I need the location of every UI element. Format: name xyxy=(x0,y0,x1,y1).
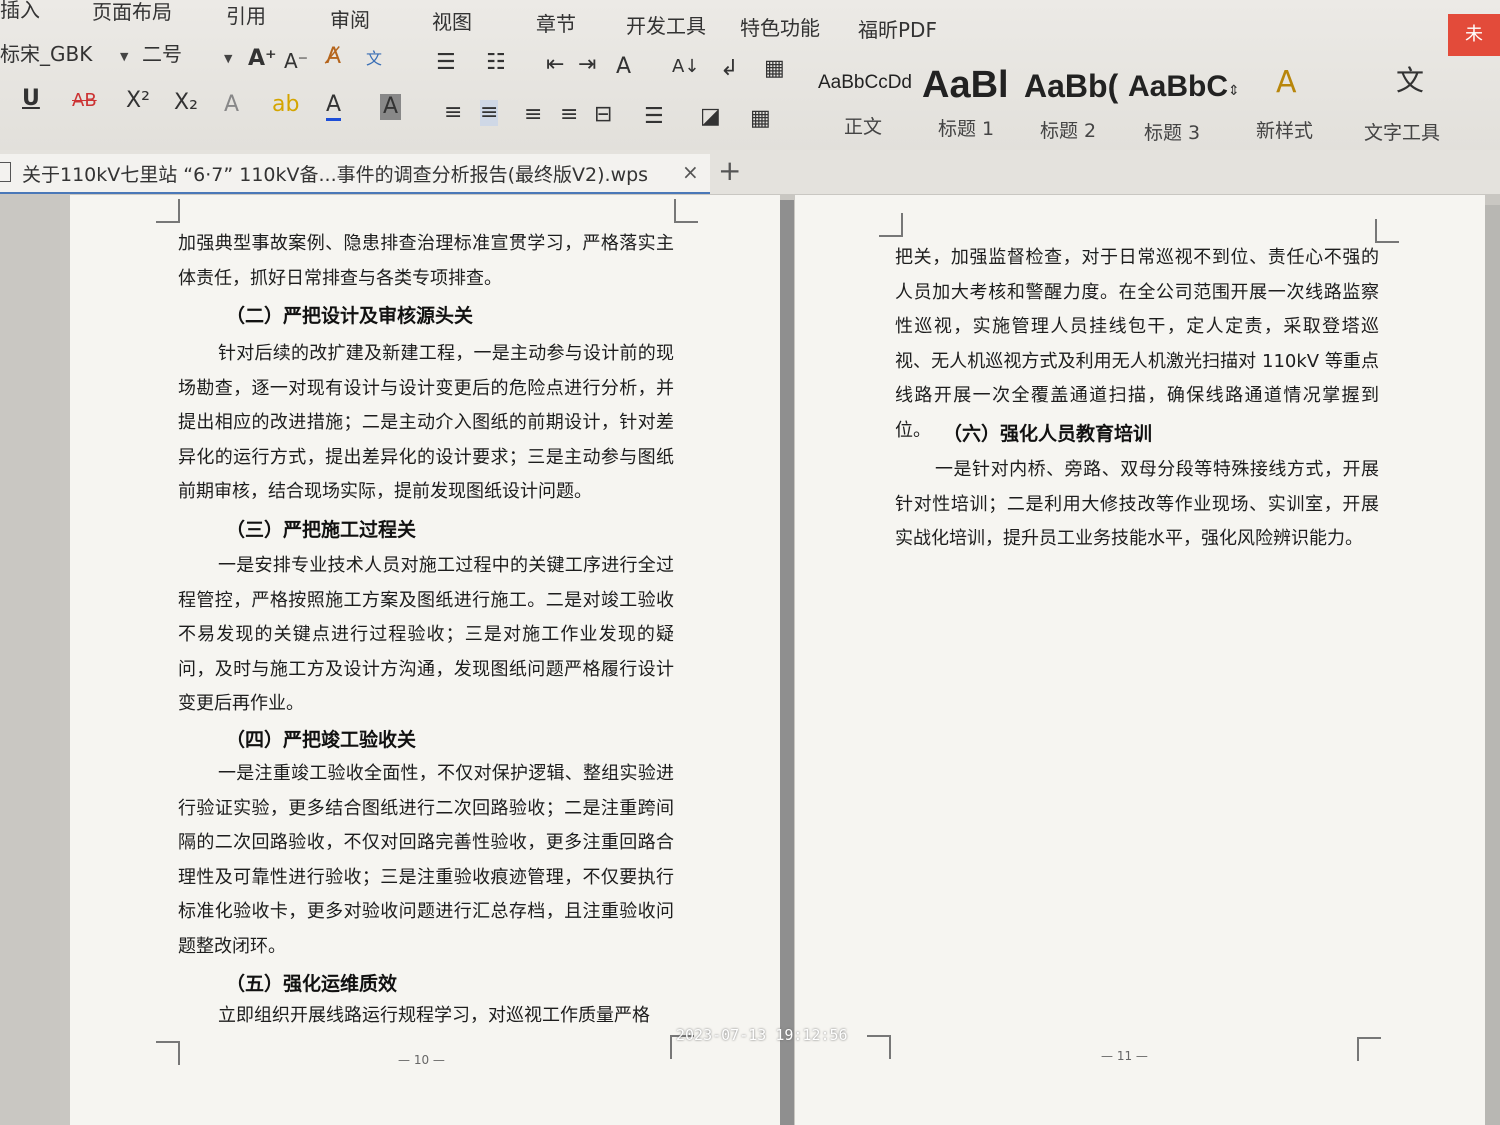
styles-scroll-icon[interactable]: ⇕ xyxy=(1228,78,1240,104)
page-gap xyxy=(780,200,794,1125)
tab-features[interactable]: 特色功能 xyxy=(740,12,820,41)
phonetic-guide-icon[interactable]: 文 xyxy=(366,46,382,72)
style-heading1-sample[interactable]: AaBl xyxy=(922,64,1009,107)
font-size-dropdown-icon[interactable]: ▼ xyxy=(224,52,232,65)
tab-chapter[interactable]: 章节 xyxy=(536,8,576,37)
tab-review[interactable]: 审阅 xyxy=(330,4,370,33)
highlight-icon[interactable]: ab xyxy=(272,92,299,118)
tab-insert[interactable]: 插入 xyxy=(0,0,40,23)
font-name-select[interactable]: 标宋_GBK xyxy=(0,40,130,68)
distributed-icon[interactable]: ⊟ xyxy=(594,102,612,128)
margin-corner-mark xyxy=(879,213,903,237)
page-11[interactable]: 把关，加强监督检查，对于日常巡视不到位、责任心不强的人员加大考核和警醒力度。在全… xyxy=(795,195,1485,1125)
text-tools-icon[interactable]: 文 xyxy=(1396,67,1424,95)
menu-tabs: 插入 页面布局 引用 审阅 视图 章节 开发工具 特色功能 福昕PDF xyxy=(0,0,1440,43)
bullet-list-icon[interactable]: ☰ xyxy=(436,50,456,76)
border-icon[interactable]: ▦ xyxy=(750,106,771,132)
text-effect-icon[interactable]: A xyxy=(224,92,239,118)
document-tab[interactable]: 关于110kV七里站 “6·7” 110kV备...事件的调查分析报告(最终版V… xyxy=(0,154,710,194)
font-name-value: 标宋_GBK xyxy=(0,42,93,66)
document-file-icon xyxy=(0,162,11,182)
text-tools-button[interactable]: 文字工具 xyxy=(1364,118,1440,145)
style-heading2-sample[interactable]: AaBb( xyxy=(1024,68,1118,105)
photo-timestamp: 2023-07-13 19:12:56 xyxy=(676,1026,848,1044)
paragraph: 针对后续的改扩建及新建工程，一是主动参与设计前的现场勘查，逐一对现有设计与设计变… xyxy=(178,343,674,503)
font-name-dropdown-icon[interactable]: ▼ xyxy=(120,50,128,63)
paragraph: 一是注重竣工验收全面性，不仅对保护逻辑、整组实验进行验证实验，更多结合图纸进行二… xyxy=(178,763,674,957)
align-left-icon[interactable]: ≡ xyxy=(444,100,462,126)
section-heading: （二）严把设计及审核源头关 xyxy=(226,305,474,327)
margin-corner-mark xyxy=(156,1041,180,1065)
paragraph: 立即组织开展线路运行规程学习，对巡视工作质量严格 xyxy=(218,1005,650,1026)
paragraph: 把关，加强监督检查，对于日常巡视不到位、责任心不强的人员加大考核和警醒力度。在全… xyxy=(895,247,1379,441)
strikethrough-icon[interactable]: AB xyxy=(72,88,97,114)
document-tab-bar: 关于110kV七里站 “6·7” 110kV备...事件的调查分析报告(最终版V… xyxy=(0,150,1500,195)
margin-corner-mark xyxy=(156,199,180,223)
style-heading3-label: 标题 3 xyxy=(1144,122,1201,144)
font-size-select[interactable]: 二号 xyxy=(138,40,234,68)
style-heading2-label: 标题 2 xyxy=(1040,120,1097,142)
show-marks-icon[interactable]: ↲ xyxy=(720,56,738,82)
decrease-indent-icon[interactable]: ⇤ xyxy=(546,52,564,78)
page-number: — 11 — xyxy=(1101,1049,1148,1063)
document-tab-title: 关于110kV七里站 “6·7” 110kV备...事件的调查分析报告(最终版V… xyxy=(22,164,649,186)
paragraph: 加强典型事故案例、隐患排查治理标准宣贯学习，严格落实主体责任，抓好日常排查与各类… xyxy=(178,233,674,289)
new-style-button[interactable]: 新样式 xyxy=(1256,116,1313,143)
ribbon: 插入 页面布局 引用 审阅 视图 章节 开发工具 特色功能 福昕PDF 未 标宋… xyxy=(0,0,1500,150)
clear-format-icon[interactable]: A̸ xyxy=(326,44,341,70)
margin-corner-mark xyxy=(674,199,698,223)
numbered-list-icon[interactable]: ☷ xyxy=(486,50,506,76)
paragraph: 一是针对内桥、旁路、双母分段等特殊接线方式，开展针对性培训；二是利用大修技改等作… xyxy=(895,459,1379,550)
char-shading-icon[interactable]: A xyxy=(380,94,402,120)
font-color-icon[interactable]: A xyxy=(326,92,342,121)
tab-foxit-pdf[interactable]: 福昕PDF xyxy=(858,14,937,43)
page-10[interactable]: 加强典型事故案例、隐患排查治理标准宣贯学习，严格落实主体责任，抓好日常排查与各类… xyxy=(70,195,780,1125)
table-icon[interactable]: ▦ xyxy=(764,56,785,82)
vertical-scrollbar[interactable] xyxy=(1485,205,1500,1125)
section-heading: （四）严把竣工验收关 xyxy=(226,729,417,751)
new-tab-icon[interactable]: + xyxy=(718,154,741,187)
section-heading: （五）强化运维质效 xyxy=(226,973,398,995)
justify-icon[interactable]: ≡ xyxy=(560,102,578,128)
change-case-icon[interactable]: A xyxy=(616,54,631,80)
page-number: — 10 — xyxy=(398,1053,445,1067)
style-heading3-sample[interactable]: AaBbC xyxy=(1128,70,1228,104)
style-normal-label: 正文 xyxy=(844,116,883,138)
grow-font-icon[interactable]: A⁺ xyxy=(248,46,277,72)
shading-fill-icon[interactable]: ◪ xyxy=(700,104,721,130)
increase-indent-icon[interactable]: ⇥ xyxy=(578,52,596,78)
margin-corner-mark xyxy=(1357,1037,1381,1061)
align-center-icon[interactable]: ≡ xyxy=(480,100,499,126)
new-style-icon[interactable]: A xyxy=(1276,68,1297,98)
superscript-icon[interactable]: X² xyxy=(126,88,150,114)
underline-icon[interactable]: U xyxy=(22,86,40,112)
tab-references[interactable]: 引用 xyxy=(226,0,266,29)
section-heading: （三）严把施工过程关 xyxy=(226,519,417,541)
margin-corner-mark xyxy=(867,1035,891,1059)
style-heading1-label: 标题 1 xyxy=(938,118,995,140)
align-right-icon[interactable]: ≡ xyxy=(524,102,542,128)
tab-developer[interactable]: 开发工具 xyxy=(626,10,706,39)
document-workspace: 加强典型事故案例、隐患排查治理标准宣贯学习，严格落实主体责任，抓好日常排查与各类… xyxy=(0,195,1500,1125)
close-button[interactable]: 未 xyxy=(1448,14,1500,56)
margin-corner-mark xyxy=(1375,219,1399,243)
sort-icon[interactable]: A↓ xyxy=(672,54,699,80)
subscript-icon[interactable]: X₂ xyxy=(174,90,198,116)
section-heading: （六）强化人员教育培训 xyxy=(943,423,1153,445)
shrink-font-icon[interactable]: A⁻ xyxy=(284,48,308,74)
line-spacing-icon[interactable]: ☰ xyxy=(644,104,664,130)
paragraph: 一是安排专业技术人员对施工过程中的关键工序进行全过程管控，严格按照施工方案及图纸… xyxy=(178,555,674,715)
style-normal-sample[interactable]: AaBbCcDd xyxy=(818,72,912,94)
tab-page-layout[interactable]: 页面布局 xyxy=(92,0,172,25)
close-tab-icon[interactable]: × xyxy=(682,160,699,184)
tab-view[interactable]: 视图 xyxy=(432,6,472,35)
font-size-value: 二号 xyxy=(142,42,182,66)
